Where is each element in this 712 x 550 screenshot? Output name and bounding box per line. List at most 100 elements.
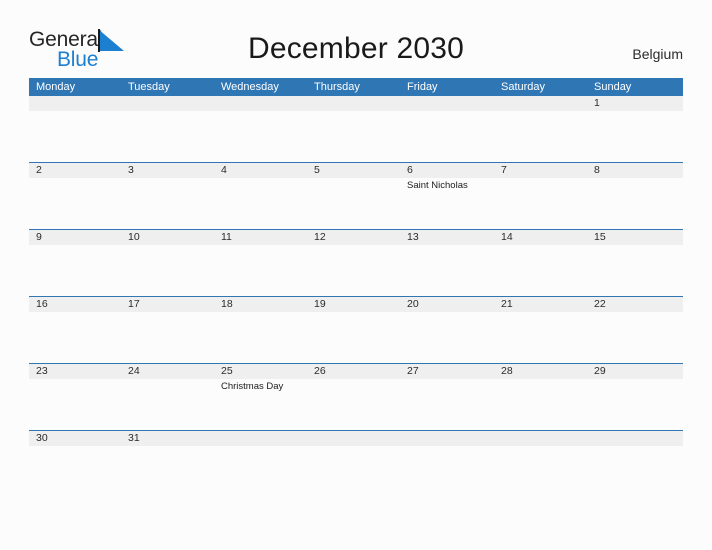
day-number: 26	[314, 365, 326, 377]
day-number: 17	[128, 298, 140, 310]
day-number: 20	[407, 298, 419, 310]
day-number-band	[400, 96, 494, 111]
day-number-band	[214, 163, 307, 178]
day-number: 16	[36, 298, 48, 310]
weekday-header-tuesday: Tuesday	[128, 81, 170, 93]
day-events: Christmas Day	[221, 380, 304, 393]
day-cell[interactable]: 2	[29, 163, 121, 229]
day-cell[interactable]: 31	[121, 431, 214, 465]
day-cell-empty	[307, 431, 400, 465]
day-number-band	[307, 96, 400, 111]
week-cells: 9 10 11 12 13 14 15	[29, 230, 683, 296]
day-cell[interactable]: 21	[494, 297, 587, 363]
day-cell[interactable]: 20	[400, 297, 494, 363]
day-cell[interactable]: 14	[494, 230, 587, 296]
day-cell[interactable]: 11	[214, 230, 307, 296]
day-number-band	[307, 431, 400, 446]
day-number: 19	[314, 298, 326, 310]
day-number-band	[29, 230, 121, 245]
day-number: 15	[594, 231, 606, 243]
day-cell[interactable]: 15	[587, 230, 683, 296]
day-cell-empty	[494, 96, 587, 162]
day-cell[interactable]: 23	[29, 364, 121, 430]
day-number-band	[494, 163, 587, 178]
day-number: 4	[221, 164, 227, 176]
day-number: 3	[128, 164, 134, 176]
day-number: 28	[501, 365, 513, 377]
day-number: 23	[36, 365, 48, 377]
week-cells: 1	[29, 96, 683, 162]
day-number-band	[587, 163, 683, 178]
day-cell[interactable]: 3	[121, 163, 214, 229]
day-number-band	[494, 96, 587, 111]
day-cell-empty	[121, 96, 214, 162]
page-header: General Blue December 2030 Belgium	[0, 0, 712, 78]
day-cell[interactable]: 30	[29, 431, 121, 465]
calendar-week-row: 30 31	[29, 430, 683, 465]
day-cell-empty	[29, 96, 121, 162]
day-cell[interactable]: 26	[307, 364, 400, 430]
day-cell-empty	[214, 431, 307, 465]
day-cell[interactable]: 25 Christmas Day	[214, 364, 307, 430]
day-number: 1	[594, 97, 600, 109]
day-cell-empty	[400, 431, 494, 465]
calendar-week-row: 23 24 25 Christmas Day 26 27 28 29	[29, 363, 683, 430]
calendar-weeks: 1 2 3 4 5 6 Saint Nicholas 7 8 9 10 11 12 13 14 15 16 17 1…	[29, 96, 683, 465]
day-cell[interactable]: 4	[214, 163, 307, 229]
day-number-band	[400, 163, 494, 178]
day-events: Saint Nicholas	[407, 179, 491, 192]
day-number-band	[587, 96, 683, 111]
day-number: 25	[221, 365, 233, 377]
day-number-band	[29, 163, 121, 178]
day-cell[interactable]: 16	[29, 297, 121, 363]
day-cell[interactable]: 6 Saint Nicholas	[400, 163, 494, 229]
day-number: 6	[407, 164, 413, 176]
day-number-band	[587, 431, 683, 446]
day-cell[interactable]: 17	[121, 297, 214, 363]
week-cells: 2 3 4 5 6 Saint Nicholas 7 8	[29, 163, 683, 229]
day-cell[interactable]: 1	[587, 96, 683, 162]
day-number: 12	[314, 231, 326, 243]
day-number: 8	[594, 164, 600, 176]
week-cells: 16 17 18 19 20 21 22	[29, 297, 683, 363]
day-cell[interactable]: 9	[29, 230, 121, 296]
day-cell-empty	[307, 96, 400, 162]
calendar-week-row: 1	[29, 96, 683, 162]
day-number: 7	[501, 164, 507, 176]
weekday-header-sunday: Sunday	[594, 81, 632, 93]
day-cell[interactable]: 18	[214, 297, 307, 363]
day-number: 5	[314, 164, 320, 176]
day-number: 31	[128, 432, 140, 444]
day-cell-empty	[587, 431, 683, 465]
holiday-event: Saint Nicholas	[407, 180, 468, 191]
day-cell[interactable]: 8	[587, 163, 683, 229]
holiday-event: Christmas Day	[221, 381, 284, 392]
day-cell-empty	[494, 431, 587, 465]
day-cell[interactable]: 28	[494, 364, 587, 430]
day-number: 11	[221, 231, 232, 243]
day-cell[interactable]: 13	[400, 230, 494, 296]
weekday-header-wednesday: Wednesday	[221, 81, 279, 93]
day-cell[interactable]: 5	[307, 163, 400, 229]
day-number: 9	[36, 231, 42, 243]
country-label: Belgium	[632, 46, 683, 62]
day-cell[interactable]: 29	[587, 364, 683, 430]
day-cell[interactable]: 7	[494, 163, 587, 229]
day-number: 27	[407, 365, 419, 377]
day-cell[interactable]: 12	[307, 230, 400, 296]
day-number: 2	[36, 164, 42, 176]
day-number-band	[121, 96, 214, 111]
day-number: 29	[594, 365, 606, 377]
day-number-band	[400, 431, 494, 446]
weekday-header-monday: Monday	[36, 81, 76, 93]
day-number: 10	[128, 231, 140, 243]
day-number-band	[307, 163, 400, 178]
day-cell[interactable]: 22	[587, 297, 683, 363]
week-cells: 23 24 25 Christmas Day 26 27 28 29	[29, 364, 683, 430]
day-cell[interactable]: 24	[121, 364, 214, 430]
weekday-header-friday: Friday	[407, 81, 438, 93]
calendar-week-row: 2 3 4 5 6 Saint Nicholas 7 8	[29, 162, 683, 229]
day-cell[interactable]: 27	[400, 364, 494, 430]
day-cell[interactable]: 10	[121, 230, 214, 296]
day-cell[interactable]: 19	[307, 297, 400, 363]
